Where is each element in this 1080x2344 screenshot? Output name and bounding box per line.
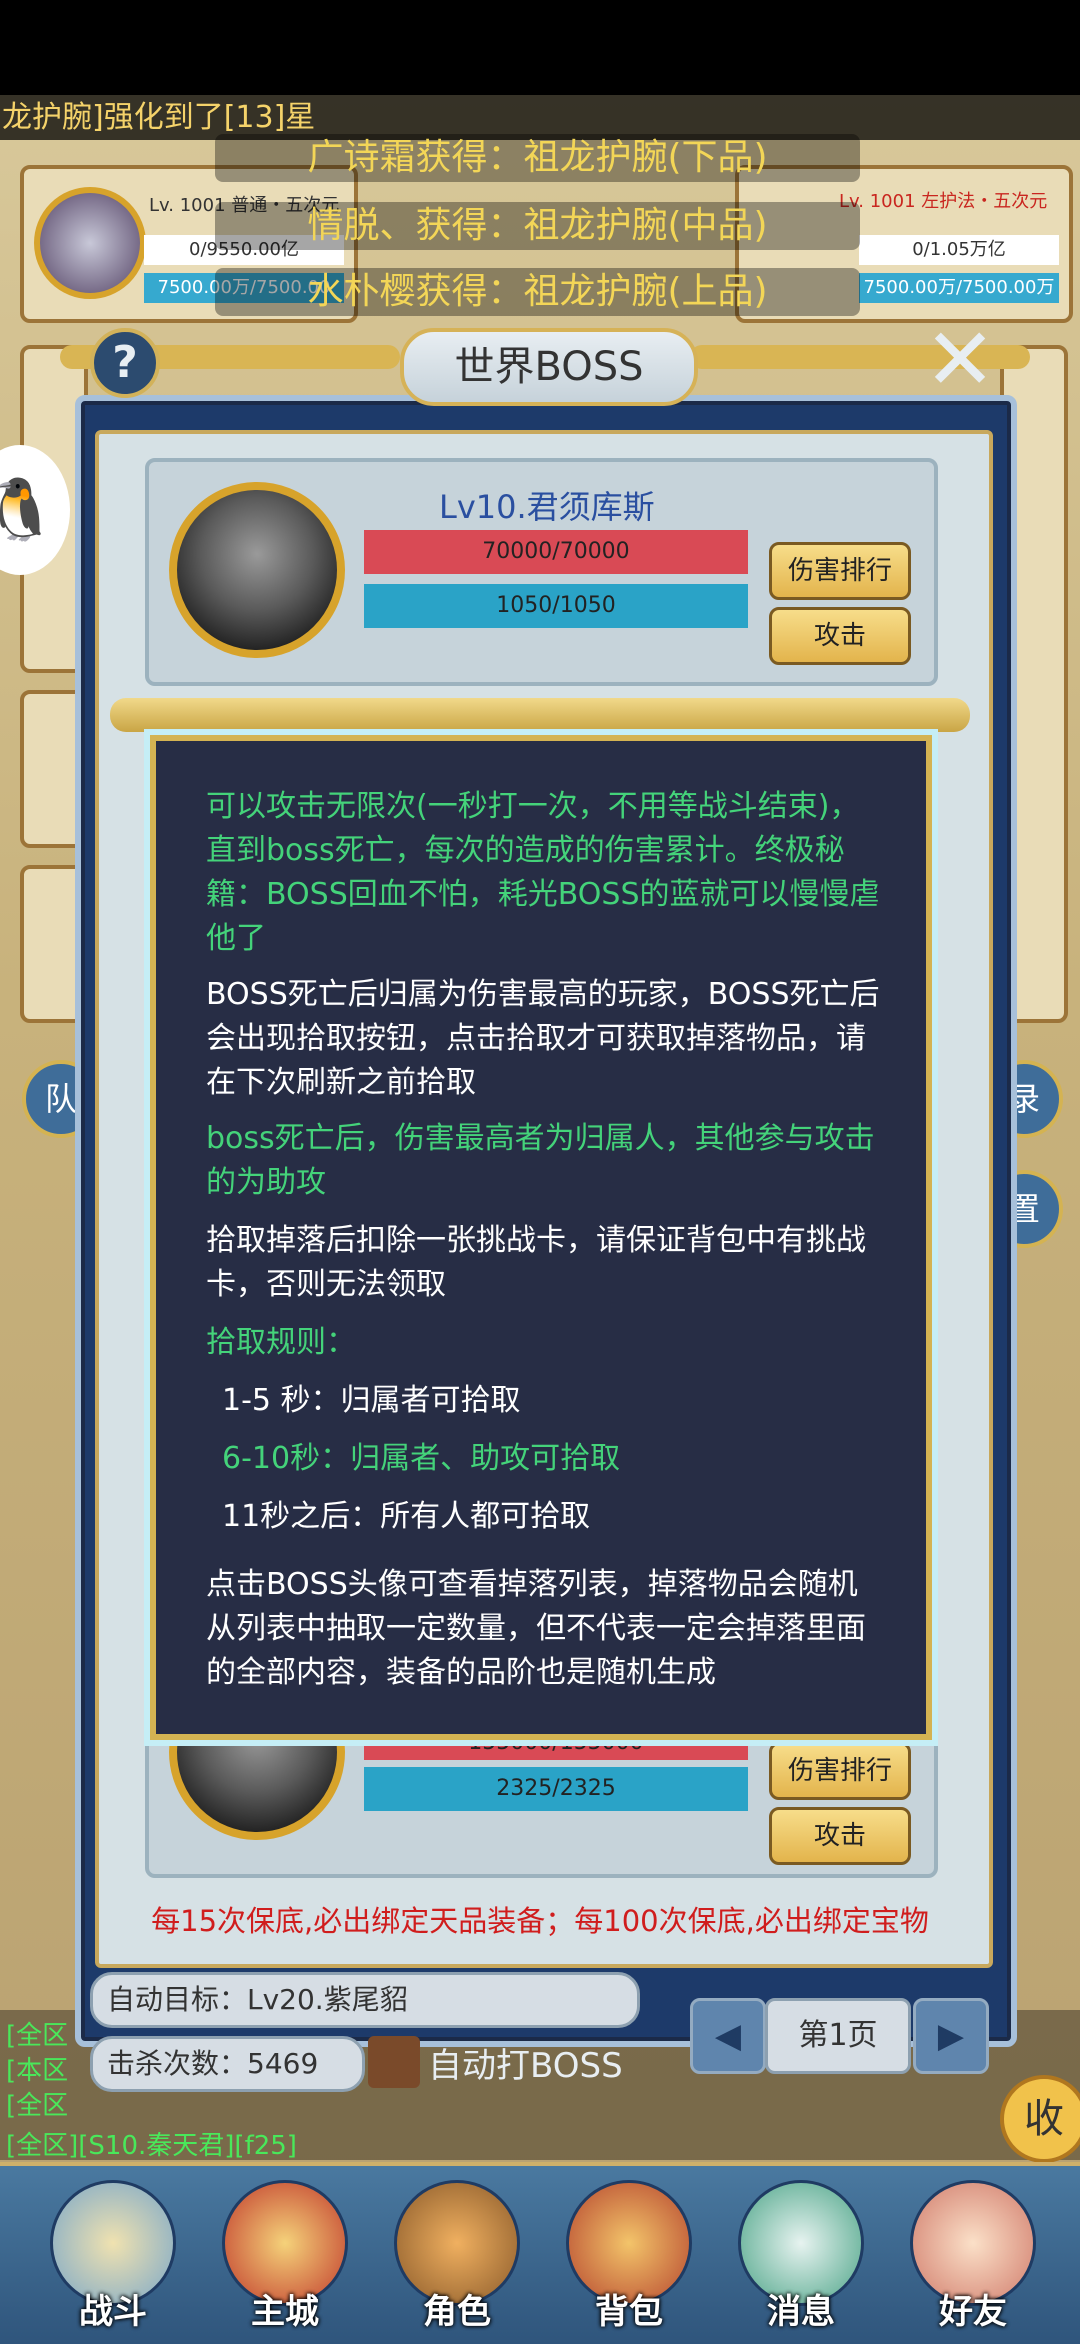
dialog-title: 世界BOSS: [400, 328, 698, 406]
bg-hp-bar: 0/1.05万亿: [859, 235, 1059, 265]
loot-broadcast-2: 情脱、获得：祖龙护腕(中品): [215, 202, 860, 250]
nav-message[interactable]: 消息: [736, 2180, 866, 2332]
chat-line: [全区][S10.秦天君][f25]: [6, 2131, 297, 2161]
info-paragraph: 可以攻击无限次(一秒打一次，不用等战斗结束)，直到boss死亡，每次的造成的伤害…: [206, 789, 880, 956]
info-paragraph: 拾取掉落后扣除一张挑战卡，请保证背包中有挑战卡，否则无法领取: [206, 1223, 866, 1302]
nav-battle[interactable]: 战斗: [48, 2180, 178, 2332]
auto-boss-label: 自动打BOSS: [428, 2046, 623, 2086]
info-paragraph: boss死亡后，伤害最高者为归属人，其他参与攻击的为助攻: [206, 1121, 875, 1200]
bg-boss-avatar: [34, 187, 146, 299]
nav-bag[interactable]: 背包: [564, 2180, 694, 2332]
guarantee-note: 每15次保底,必出绑定天品装备；每100次保底,必出绑定宝物: [151, 1904, 929, 1938]
boss-card-1: Lv10.君须库斯 70000/70000 1050/1050 伤害排行 攻击: [145, 458, 938, 686]
attack-button[interactable]: 攻击: [769, 1807, 911, 1865]
pickup-rule: 11秒之后：所有人都可拾取: [222, 1499, 591, 1534]
auto-target-field[interactable]: 自动目标：Lv20.紫尾貂: [90, 1972, 640, 2028]
chat-line: [本区: [6, 2056, 69, 2086]
page-indicator: 第1页: [765, 1998, 911, 2074]
boss-avatar[interactable]: [169, 482, 345, 658]
auto-boss-checkbox[interactable]: [368, 2036, 420, 2088]
collect-button[interactable]: 收: [1000, 2075, 1080, 2163]
pickup-rule: 1-5 秒：归属者可拾取: [222, 1383, 521, 1418]
attack-button[interactable]: 攻击: [769, 607, 911, 665]
nav-city[interactable]: 主城: [220, 2180, 350, 2332]
pickup-rules-title: 拾取规则：: [206, 1325, 356, 1360]
close-button[interactable]: ✕: [920, 317, 1000, 403]
nav-character[interactable]: 角色: [392, 2180, 522, 2332]
next-page-button[interactable]: ▶: [913, 1998, 989, 2074]
info-paragraph: BOSS死亡后归属为伤害最高的玩家，BOSS死亡后会出现拾取按钮，点击拾取才可获…: [206, 977, 880, 1100]
prev-page-button[interactable]: ◀: [690, 1998, 766, 2074]
info-popup: 可以攻击无限次(一秒打一次，不用等战斗结束)，直到boss死亡，每次的造成的伤害…: [150, 735, 932, 1740]
info-paragraph: 点击BOSS头像可查看掉落列表，掉落物品会随机从列表中抽取一定数量，但不代表一定…: [206, 1567, 866, 1690]
damage-ranking-button[interactable]: 伤害排行: [769, 1742, 911, 1800]
damage-ranking-button[interactable]: 伤害排行: [769, 542, 911, 600]
help-button[interactable]: ?: [90, 328, 160, 398]
boss-mp-bar: 2325/2325: [364, 1767, 748, 1811]
boss-name: Lv10.君须库斯: [439, 488, 655, 526]
bg-mp-bar: 7500.00万/7500.00万: [859, 273, 1059, 303]
kill-count-field: 击杀次数：5469: [90, 2036, 365, 2092]
pickup-rule: 6-10秒：归属者、助攻可拾取: [222, 1441, 621, 1476]
boss-mp-bar: 1050/1050: [364, 584, 748, 628]
loot-broadcast-3: 水朴樱获得：祖龙护腕(上品): [215, 268, 860, 316]
loot-broadcast-1: 广诗霜获得：祖龙护腕(下品): [215, 134, 860, 182]
bg-card-title: Lv. 1001 左护法・五次元: [839, 191, 1048, 212]
popup-header-deco: [110, 698, 970, 732]
chat-line: [全区: [6, 2091, 69, 2121]
nav-friends[interactable]: 好友: [908, 2180, 1038, 2332]
boss-hp-bar: 70000/70000: [364, 530, 748, 574]
chat-line: [全区: [6, 2021, 69, 2051]
